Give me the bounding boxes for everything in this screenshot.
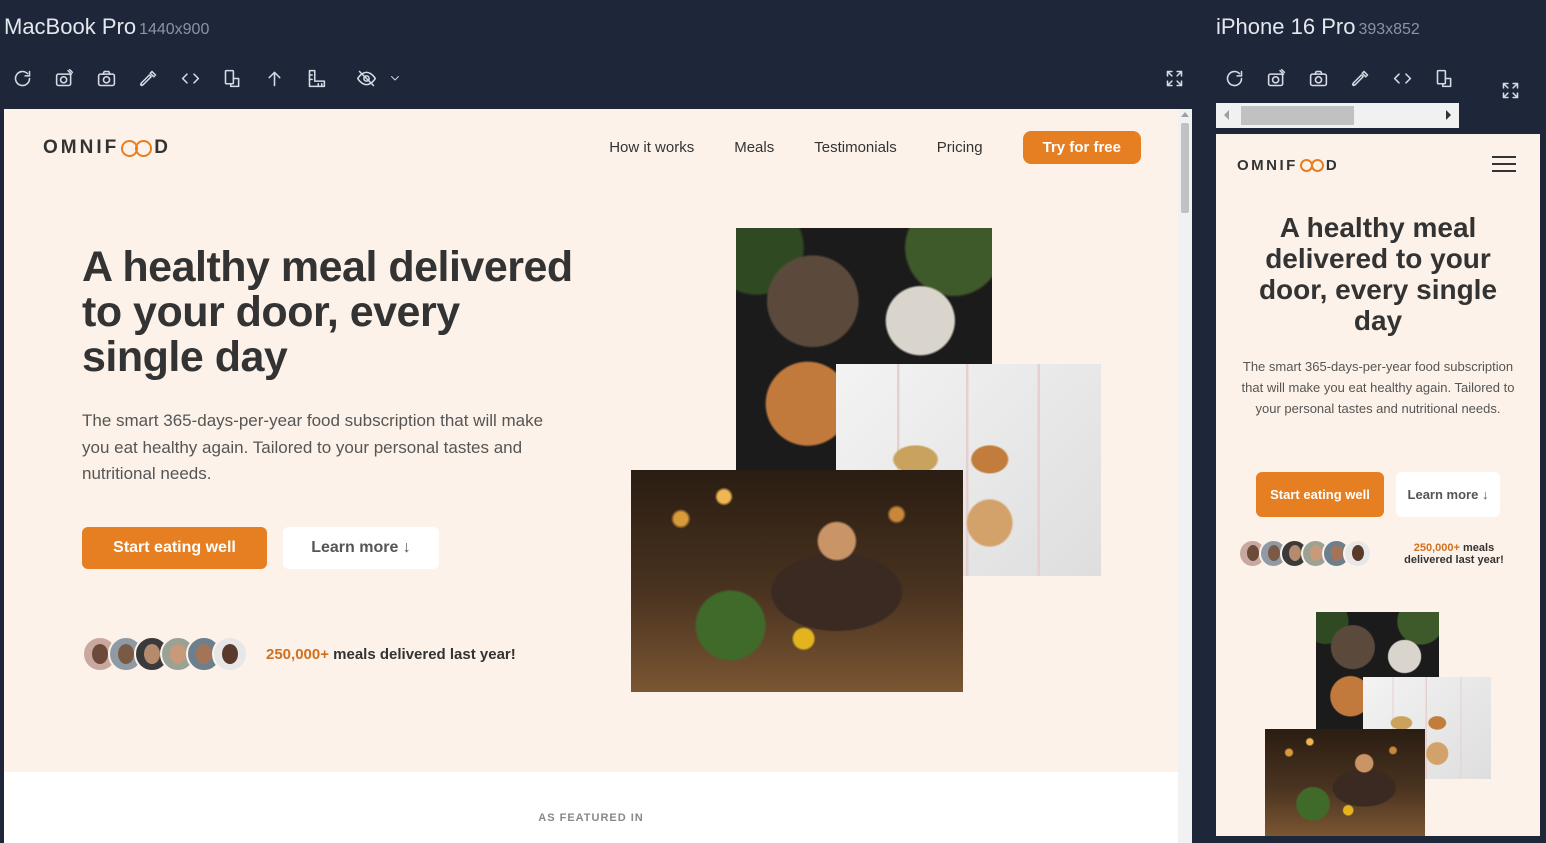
screenshot-edit-icon[interactable]	[1255, 64, 1297, 92]
avatar	[212, 636, 248, 672]
scroll-up-arrow-icon[interactable]	[1181, 112, 1189, 117]
menu-icon[interactable]	[1492, 156, 1516, 172]
meals-delivered-count: 250,000+	[266, 646, 329, 663]
hero-image-woman-eating	[1265, 729, 1425, 836]
color-picker-icon[interactable]	[127, 64, 169, 92]
hero-title: A healthy meal delivered to your door, e…	[1258, 212, 1498, 336]
desktop-vertical-scrollbar[interactable]	[1178, 109, 1192, 843]
scrollbar-thumb[interactable]	[1241, 106, 1354, 125]
hero-description: The smart 365-days-per-year food subscri…	[1241, 359, 1515, 416]
featured-in-section: AS FEATURED IN	[4, 772, 1178, 843]
color-picker-icon[interactable]	[1339, 64, 1381, 92]
fullscreen-icon[interactable]	[1153, 64, 1195, 92]
mobile-device-name: iPhone 16 Pro	[1216, 14, 1356, 39]
scrollbar-thumb[interactable]	[1181, 123, 1189, 213]
logo-infinity-icon	[121, 139, 153, 157]
learn-more-button[interactable]: Learn more ↓	[283, 527, 439, 569]
hero-title: A healthy meal delivered to your door, e…	[82, 243, 573, 381]
start-eating-well-button[interactable]: Start eating well	[1256, 472, 1384, 517]
logo-infinity-icon	[1299, 159, 1324, 172]
screenshot-edit-icon[interactable]	[43, 64, 85, 92]
mobile-device-size: 393x852	[1358, 21, 1420, 38]
desktop-device-title: MacBook Pro 1440x900	[4, 14, 209, 40]
hero-image-woman-eating	[631, 470, 963, 692]
camera-icon[interactable]	[85, 64, 127, 92]
try-for-free-button[interactable]: Try for free	[1022, 131, 1141, 164]
customer-avatars	[1238, 539, 1372, 568]
fullscreen-icon[interactable]	[1489, 76, 1531, 104]
scroll-right-arrow-icon[interactable]	[1446, 110, 1451, 120]
desktop-toolbar	[1, 64, 403, 92]
mobile-viewport: OMNIF D A healthy meal delivered to your…	[1216, 134, 1540, 836]
logo-text-start: OMNIF	[1237, 157, 1298, 174]
desktop-device-size: 1440x900	[139, 21, 210, 38]
hero-description: The smart 365-days-per-year food subscri…	[82, 411, 544, 483]
rotate-device-icon[interactable]	[1423, 64, 1465, 92]
nav-how-it-works[interactable]: How it works	[609, 139, 694, 156]
meals-delivered-count: 250,000+	[1413, 542, 1460, 554]
camera-icon[interactable]	[1297, 64, 1339, 92]
refresh-icon[interactable]	[1, 64, 43, 92]
desktop-device-name: MacBook Pro	[4, 14, 137, 39]
meals-delivered-stat: 250,000+ meals delivered last year!	[266, 646, 516, 663]
mobile-horizontal-scrollbar[interactable]	[1216, 103, 1459, 128]
logo-text-end: D	[154, 137, 171, 158]
desktop-viewport: OMNIF D How it works Meals Testimonials …	[4, 109, 1178, 843]
chevron-down-icon[interactable]	[387, 64, 403, 92]
main-nav: How it works Meals Testimonials Pricing …	[569, 131, 1141, 164]
code-icon[interactable]	[169, 64, 211, 92]
refresh-icon[interactable]	[1213, 64, 1255, 92]
learn-more-button[interactable]: Learn more ↓	[1396, 472, 1500, 517]
nav-meals[interactable]: Meals	[734, 139, 774, 156]
logo-text-end: D	[1325, 157, 1340, 174]
scroll-top-icon[interactable]	[253, 64, 295, 92]
code-icon[interactable]	[1381, 64, 1423, 92]
avatar	[1343, 539, 1372, 568]
hide-icon[interactable]	[345, 64, 387, 92]
mobile-fullscreen-control	[1489, 76, 1531, 104]
featured-in-heading: AS FEATURED IN	[538, 812, 644, 824]
meals-delivered-text: meals delivered last year!	[333, 646, 516, 663]
omnifood-logo[interactable]: OMNIF D	[43, 137, 171, 159]
desktop-fullscreen-control	[1153, 64, 1195, 92]
nav-testimonials[interactable]: Testimonials	[814, 139, 897, 156]
logo-text-start: OMNIF	[43, 137, 120, 158]
ruler-icon[interactable]	[295, 64, 337, 92]
meals-delivered-stat: 250,000+ meals delivered last year!	[1394, 542, 1514, 566]
omnifood-logo[interactable]: OMNIF D	[1237, 157, 1339, 174]
customer-avatars	[82, 636, 248, 672]
scroll-left-arrow-icon[interactable]	[1224, 110, 1229, 120]
start-eating-well-button[interactable]: Start eating well	[82, 527, 267, 569]
mobile-device-title: iPhone 16 Pro 393x852	[1216, 14, 1420, 40]
rotate-device-icon[interactable]	[211, 64, 253, 92]
mobile-toolbar	[1213, 64, 1465, 92]
nav-pricing[interactable]: Pricing	[937, 139, 983, 156]
